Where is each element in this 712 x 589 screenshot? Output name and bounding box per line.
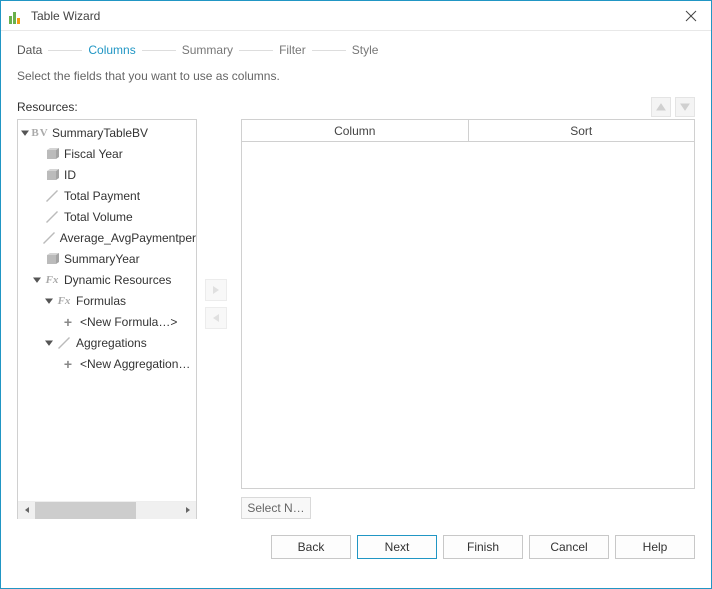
resources-label: Resources: (17, 100, 647, 114)
tree-label: <New Formula…> (80, 315, 177, 329)
tree-field[interactable]: Average_AvgPaymentper (18, 227, 196, 248)
scroll-left-button[interactable] (18, 502, 35, 519)
scrollbar-thumb[interactable] (35, 502, 136, 519)
tree-root[interactable]: BV SummaryTableBV (18, 122, 196, 143)
remove-column-button[interactable] (205, 307, 227, 329)
app-icon (9, 8, 25, 24)
cube-icon (44, 251, 60, 267)
tree-label: SummaryYear (64, 252, 140, 266)
tree-label: Average_AvgPaymentper (60, 231, 196, 245)
tree-label: Total Volume (64, 210, 133, 224)
tree-new-formula[interactable]: + <New Formula…> (18, 311, 196, 332)
tree-new-aggregation[interactable]: + <New Aggregation… (18, 353, 196, 374)
step-filter[interactable]: Filter (279, 43, 306, 57)
wizard-steps: Data Columns Summary Filter Style (1, 31, 711, 65)
chevron-down-icon[interactable] (20, 128, 30, 138)
plus-icon: + (60, 356, 76, 372)
tree-field[interactable]: ID (18, 164, 196, 185)
tree-field[interactable]: SummaryYear (18, 248, 196, 269)
scrollbar-track[interactable] (35, 502, 179, 519)
tree-label: Total Payment (64, 189, 140, 203)
ruler-icon (44, 188, 60, 204)
tree-field[interactable]: Fiscal Year (18, 143, 196, 164)
select-none-button[interactable]: Select N… (241, 497, 311, 519)
step-columns[interactable]: Columns (88, 43, 135, 57)
tree-label: Formulas (76, 294, 126, 308)
horizontal-scrollbar[interactable] (18, 501, 196, 518)
tree-aggregations[interactable]: Aggregations (18, 332, 196, 353)
tree-label: Aggregations (76, 336, 147, 350)
tree-label: SummaryTableBV (52, 126, 148, 140)
chevron-down-icon[interactable] (32, 275, 42, 285)
resources-tree[interactable]: BV SummaryTableBV Fiscal Year ID Total Pay… (17, 119, 197, 519)
chevron-down-icon[interactable] (44, 338, 54, 348)
fx-icon: Fx (44, 272, 60, 288)
cube-icon (44, 167, 60, 183)
fx-icon: Fx (56, 293, 72, 309)
chevron-down-icon[interactable] (44, 296, 54, 306)
add-column-button[interactable] (205, 279, 227, 301)
tree-dynamic-resources[interactable]: Fx Dynamic Resources (18, 269, 196, 290)
tree-label: ID (64, 168, 76, 182)
step-summary[interactable]: Summary (182, 43, 233, 57)
bv-icon: BV (32, 125, 48, 141)
back-button[interactable]: Back (271, 535, 351, 559)
titlebar: Table Wizard (1, 1, 711, 31)
finish-button[interactable]: Finish (443, 535, 523, 559)
move-up-button[interactable] (651, 97, 671, 117)
cube-icon (44, 146, 60, 162)
hint-text: Select the fields that you want to use a… (1, 65, 711, 93)
close-button[interactable] (671, 1, 711, 31)
tree-label: Dynamic Resources (64, 273, 171, 287)
step-data[interactable]: Data (17, 43, 42, 57)
plus-icon: + (60, 314, 76, 330)
tree-label: <New Aggregation… (80, 357, 190, 371)
column-header-sort[interactable]: Sort (469, 120, 695, 142)
scroll-right-button[interactable] (179, 502, 196, 519)
tree-label: Fiscal Year (64, 147, 123, 161)
ruler-icon (44, 209, 60, 225)
footer-buttons: Back Next Finish Cancel Help (1, 519, 711, 575)
tree-field[interactable]: Total Payment (18, 185, 196, 206)
ruler-icon (56, 335, 72, 351)
move-down-button[interactable] (675, 97, 695, 117)
step-style[interactable]: Style (352, 43, 379, 57)
columns-table[interactable]: Column Sort (241, 119, 695, 489)
help-button[interactable]: Help (615, 535, 695, 559)
tree-formulas[interactable]: Fx Formulas (18, 290, 196, 311)
window-title: Table Wizard (31, 9, 671, 23)
ruler-icon (42, 230, 56, 246)
tree-field[interactable]: Total Volume (18, 206, 196, 227)
next-button[interactable]: Next (357, 535, 437, 559)
column-header-column[interactable]: Column (242, 120, 469, 142)
cancel-button[interactable]: Cancel (529, 535, 609, 559)
